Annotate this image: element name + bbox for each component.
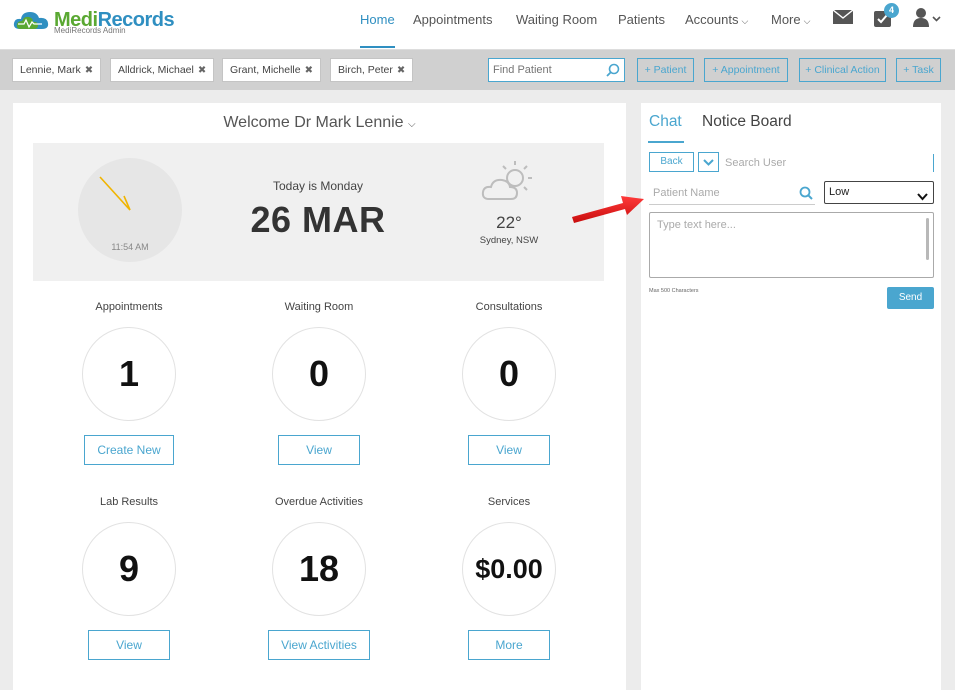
close-icon[interactable]: ✖ [85, 65, 93, 76]
view-consultations-button[interactable]: View [468, 435, 550, 465]
date-display: 26 MAR [250, 199, 386, 240]
stat-value-lab-results: 9 [82, 522, 176, 616]
chevron-down-icon [703, 159, 714, 166]
add-appointment-button[interactable]: + Appointment [704, 58, 788, 82]
stat-label-services: Services [487, 496, 531, 508]
clock-time: 11:54 AM [111, 242, 149, 252]
stat-label-overdue-activities: Overdue Activities [274, 496, 364, 508]
close-icon[interactable]: ✖ [397, 65, 405, 76]
patient-tab[interactable]: Lennie, Mark ✖ [12, 58, 102, 82]
nav-more[interactable]: More ⌵ [771, 0, 810, 48]
analog-clock: 11:54 AM [78, 158, 182, 262]
patient-tab-label: Alldrick, Michael [118, 64, 194, 76]
nav-patients[interactable]: Patients [618, 0, 665, 48]
chevron-down-icon: ⌵ [741, 16, 749, 26]
patient-tab[interactable]: Alldrick, Michael ✖ [110, 58, 215, 82]
stat-value-overdue-activities: 18 [272, 522, 366, 616]
chevron-down-icon: ⌵ [803, 16, 811, 26]
today-label: Today is Monday [272, 179, 364, 193]
max-characters-hint: Max 500 Characters [649, 288, 699, 294]
search-icon[interactable] [606, 63, 620, 82]
mail-icon[interactable] [832, 9, 854, 29]
stat-value-appointments: 1 [82, 327, 176, 421]
nav-accounts-label: Accounts [685, 12, 739, 27]
tab-chat[interactable]: Chat [649, 113, 682, 131]
add-patient-button[interactable]: + Patient [637, 58, 694, 82]
stat-label-consultations: Consultations [475, 301, 543, 313]
weather-location: Sydney, NSW [479, 235, 539, 246]
user-icon [913, 8, 941, 27]
patient-tab-label: Grant, Michelle [230, 64, 301, 76]
tasks-count-badge: 4 [884, 3, 899, 18]
medirecords-logo[interactable]: MediRecords MediRecords Admin [12, 7, 175, 41]
nav-accounts[interactable]: Accounts ⌵ [685, 0, 748, 48]
message-placeholder: Type text here... [657, 219, 736, 231]
hero-summary: 11:54 AM Today is Monday 26 MAR 22° Sydn… [33, 143, 604, 281]
patient-name-input[interactable]: Patient Name [649, 183, 815, 205]
search-icon[interactable] [799, 186, 813, 207]
stat-value-services: $0.00 [462, 522, 556, 616]
stat-value-consultations: 0 [462, 327, 556, 421]
annotation-arrow-icon [568, 192, 650, 231]
brand-subtitle: MediRecords Admin [54, 26, 126, 35]
close-icon[interactable]: ✖ [305, 65, 313, 76]
nav-appointments-label: Appointments [413, 12, 493, 27]
cloud-logo-icon [13, 12, 49, 29]
temperature: 22° [496, 213, 522, 232]
stat-label-waiting-room: Waiting Room [284, 301, 354, 313]
stat-label-lab-results: Lab Results [99, 496, 159, 508]
find-patient-field [488, 58, 625, 82]
active-tab-indicator [648, 141, 684, 143]
nav-home[interactable]: Home [360, 0, 395, 48]
patient-tab[interactable]: Grant, Michelle ✖ [222, 58, 321, 82]
more-services-button[interactable]: More [468, 630, 550, 660]
priority-value: Low [829, 186, 850, 198]
chevron-down-icon: ⌵ [408, 119, 416, 130]
patient-tab[interactable]: Birch, Peter ✖ [330, 58, 414, 82]
stat-label-appointments: Appointments [95, 301, 163, 313]
tasks-icon[interactable]: 4 [874, 3, 899, 32]
find-patient-input[interactable] [489, 59, 599, 81]
chat-panel: Chat Notice Board Back Search User Patie… [641, 103, 941, 690]
nav-home-label: Home [360, 12, 395, 27]
view-lab-results-button[interactable]: View [88, 630, 170, 660]
nav-more-label: More [771, 12, 801, 27]
send-button[interactable]: Send [887, 287, 934, 309]
textarea-scrollbar[interactable] [926, 218, 929, 260]
dashboard-panel: Welcome Dr Mark Lennie ⌵ 11:54 AM Today … [13, 103, 626, 690]
patient-name-placeholder: Patient Name [653, 187, 720, 199]
tab-notice-board[interactable]: Notice Board [702, 113, 792, 131]
welcome-menu[interactable]: Welcome Dr Mark Lennie ⌵ [13, 114, 626, 132]
close-icon[interactable]: ✖ [198, 65, 206, 76]
nav-patients-label: Patients [618, 12, 665, 27]
stat-value-waiting-room: 0 [272, 327, 366, 421]
patient-tab-label: Birch, Peter [338, 64, 393, 76]
user-dropdown-button[interactable] [698, 152, 719, 172]
nav-waiting-room[interactable]: Waiting Room [516, 0, 597, 48]
patient-tabs-bar: Lennie, Mark ✖ Alldrick, Michael ✖ Grant, … [0, 50, 955, 90]
user-menu[interactable] [913, 8, 941, 33]
welcome-text: Welcome Dr Mark Lennie [223, 114, 404, 131]
nav-appointments[interactable]: Appointments [413, 0, 493, 48]
partly-cloudy-icon [481, 159, 539, 210]
view-activities-button[interactable]: View Activities [268, 630, 370, 660]
add-clinical-action-button[interactable]: + Clinical Action [799, 58, 886, 82]
chevron-down-icon [917, 188, 928, 209]
add-task-button[interactable]: + Task [896, 58, 941, 82]
view-waiting-room-button[interactable]: View [278, 435, 360, 465]
nav-waiting-room-label: Waiting Room [516, 12, 598, 27]
create-appointment-button[interactable]: Create New [84, 435, 174, 465]
priority-select[interactable]: Low [824, 181, 934, 204]
patient-tab-label: Lennie, Mark [20, 64, 81, 76]
back-button[interactable]: Back [649, 152, 694, 172]
message-textarea[interactable]: Type text here... [649, 212, 934, 278]
top-navbar: MediRecords MediRecords Admin Home Appoi… [0, 0, 955, 50]
search-user-input[interactable]: Search User [721, 154, 934, 172]
